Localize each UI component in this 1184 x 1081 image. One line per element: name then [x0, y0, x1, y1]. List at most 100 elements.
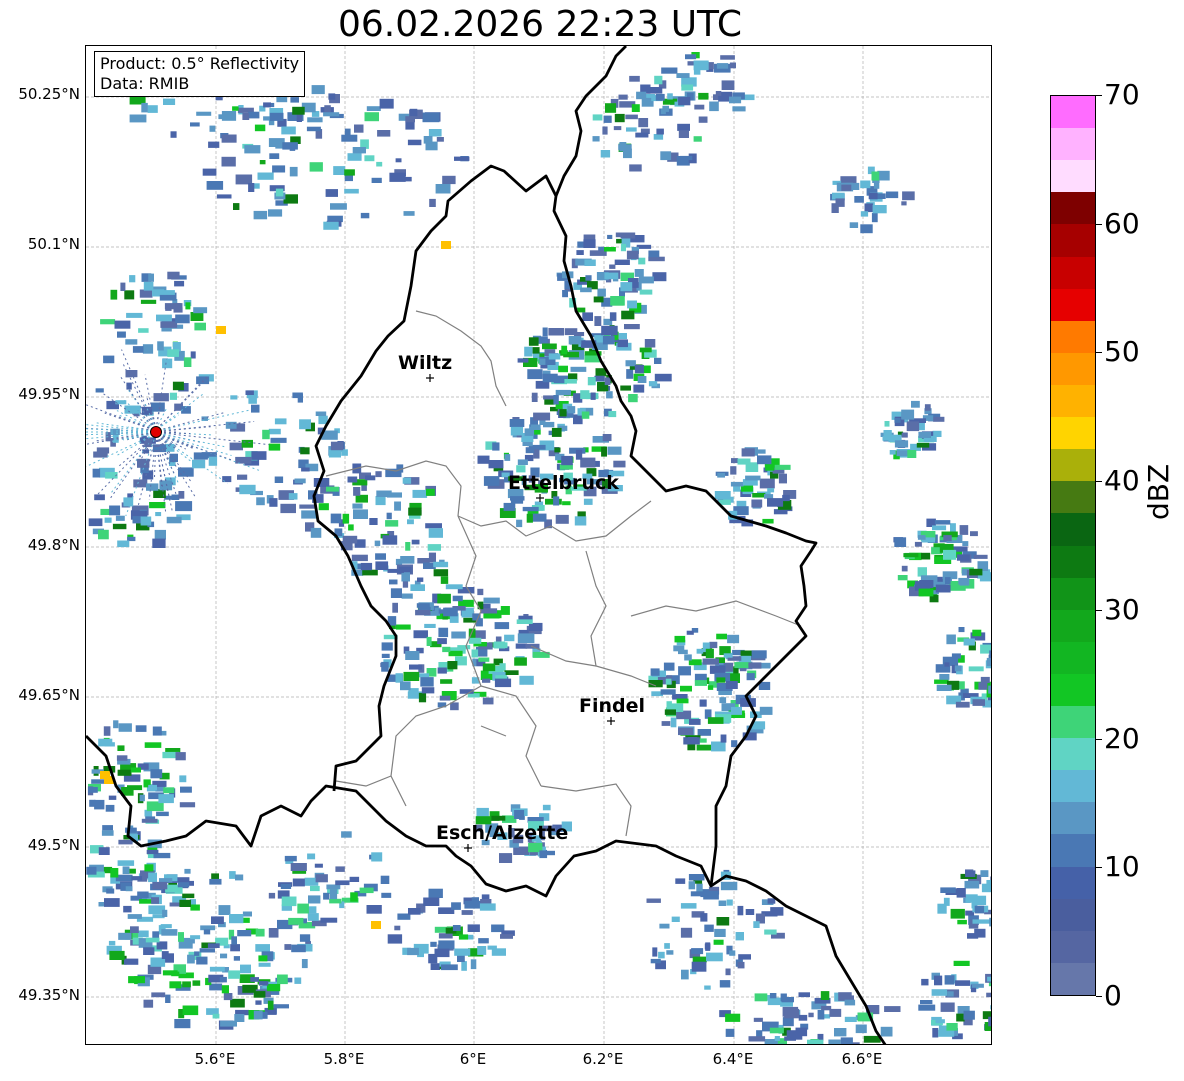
echo-cell	[713, 939, 724, 945]
echo-cell	[570, 366, 587, 372]
echo-cell	[333, 166, 346, 175]
echo-cell	[748, 1036, 766, 1042]
echo-cell	[268, 209, 283, 217]
echo-cell	[953, 960, 970, 966]
echo-cell	[987, 976, 991, 982]
echo-cell	[257, 172, 274, 180]
echo-cell	[835, 198, 845, 207]
echo-cell	[956, 888, 966, 898]
echo-cell	[218, 905, 231, 915]
echo-cell	[918, 1004, 936, 1011]
echo-cell	[564, 379, 577, 384]
echo-cell	[885, 191, 899, 199]
echo-cell	[184, 868, 191, 874]
colorbar-segment	[1051, 384, 1095, 418]
echo-cell	[443, 607, 458, 617]
echo-cell	[674, 635, 686, 643]
echo-cell	[860, 224, 873, 234]
echo-cell	[655, 93, 665, 101]
echo-cell	[824, 1044, 836, 1045]
echo-cell	[311, 85, 325, 95]
echo-cell	[654, 75, 663, 85]
echo-cell	[542, 327, 548, 337]
echo-cell	[648, 256, 665, 262]
echo-cell	[688, 881, 696, 890]
echo-cell	[208, 141, 220, 148]
echo-cell	[145, 937, 160, 943]
echo-cell	[190, 935, 201, 940]
echo-cell	[275, 143, 283, 149]
echo-cell	[129, 275, 136, 283]
echo-cell	[165, 994, 171, 1003]
echo-cell	[774, 464, 791, 470]
echo-cell	[413, 630, 428, 639]
echo-cell	[964, 880, 980, 889]
echo-cell	[116, 755, 128, 761]
echo-cell	[98, 847, 110, 855]
echo-cell	[678, 96, 691, 106]
radar-map[interactable]: Wiltz Ettelbruck Findel Esch/Alzette	[85, 45, 992, 1045]
echo-cell	[117, 769, 132, 776]
echo-cell	[149, 502, 166, 509]
echo-cell	[259, 160, 266, 165]
echo-cell	[222, 476, 232, 483]
echo-cell	[711, 741, 726, 752]
echo-cell	[392, 602, 398, 613]
echo-cell	[288, 917, 304, 925]
echo-cell	[935, 1019, 945, 1024]
echo-cell	[513, 846, 530, 855]
echo-cell	[828, 1039, 841, 1044]
echo-cell	[152, 881, 168, 890]
echo-cell	[504, 634, 515, 642]
echo-cell	[639, 289, 653, 295]
echo-cell	[957, 919, 967, 925]
echo-cell	[148, 784, 157, 791]
echo-cell	[362, 569, 378, 576]
echo-cell	[281, 126, 296, 135]
echo-cell	[330, 513, 342, 524]
echo-cell	[526, 513, 533, 523]
echo-cell	[273, 1004, 289, 1009]
echo-cell	[150, 769, 163, 779]
echo-cell	[989, 650, 991, 659]
echo-cell	[633, 384, 645, 393]
echo-cell	[696, 744, 711, 751]
echo-cell	[381, 642, 393, 651]
echo-cell	[256, 497, 265, 506]
echo-cell	[341, 449, 348, 456]
echo-cell	[950, 523, 956, 533]
echo-cell	[482, 663, 496, 672]
echo-cell	[105, 804, 115, 812]
echo-cell	[990, 1005, 991, 1010]
echo-cell	[190, 312, 204, 321]
echo-cell	[479, 903, 496, 911]
echo-cell	[602, 335, 615, 345]
echo-cell	[123, 905, 132, 913]
echo-cell	[626, 369, 634, 379]
echo-cell	[914, 541, 922, 547]
echo-cell	[430, 941, 437, 947]
echo-cell	[125, 886, 133, 892]
echo-cell	[871, 171, 880, 181]
echo-cell	[292, 392, 303, 399]
echo-cell	[698, 92, 709, 100]
echo-cell	[504, 670, 519, 675]
echo-cell	[989, 917, 991, 927]
echo-cell	[329, 898, 342, 904]
echo-cell	[407, 519, 414, 525]
colorbar-tick	[1096, 352, 1102, 354]
echo-cell	[581, 411, 590, 419]
lat-label-49-65: 49.65°N	[18, 686, 80, 704]
colorbar-segment	[1051, 673, 1095, 707]
echo-cell	[301, 510, 318, 519]
echo-cell	[262, 429, 270, 440]
echo-cell	[359, 887, 374, 894]
echo-cell	[784, 1008, 799, 1019]
echo-cell	[733, 485, 741, 492]
echo-cell	[395, 673, 403, 683]
echo-cell	[403, 671, 420, 681]
echo-cell	[428, 129, 442, 137]
echo-cell	[644, 339, 656, 348]
echo-cell	[715, 91, 722, 96]
echo-cell	[108, 940, 116, 946]
